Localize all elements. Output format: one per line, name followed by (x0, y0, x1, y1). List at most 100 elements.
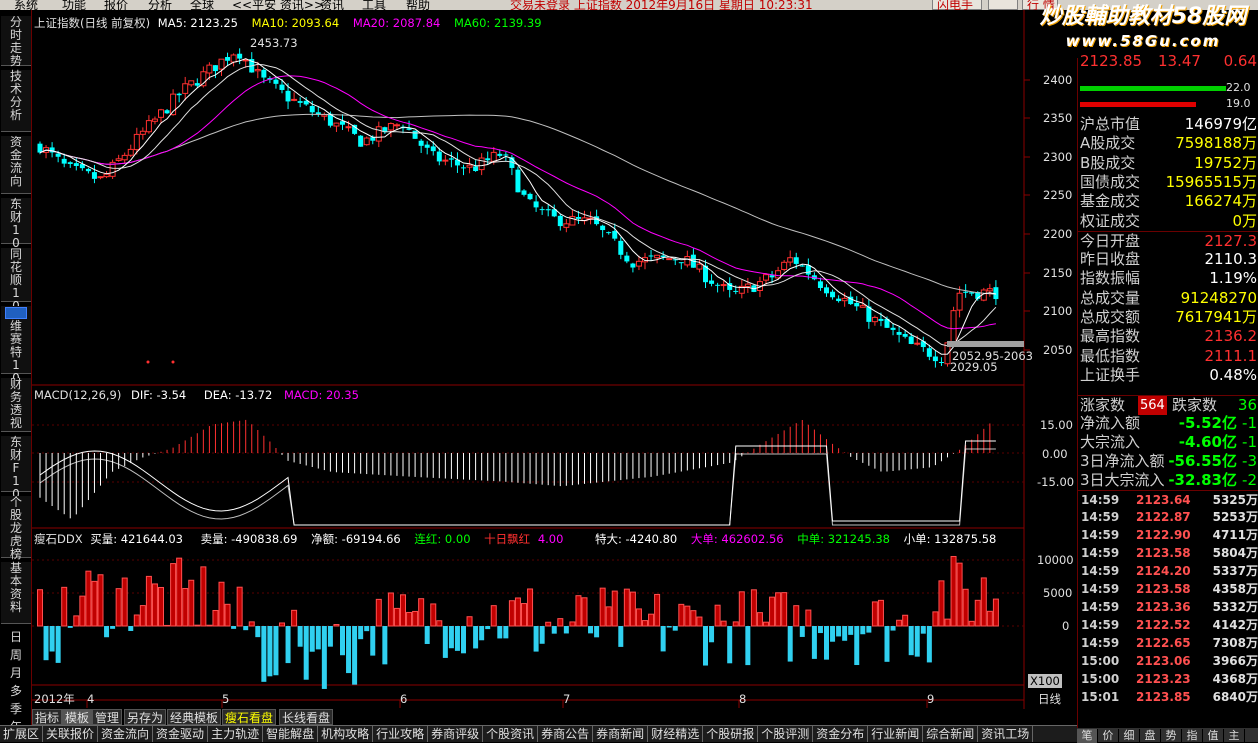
ddx-bar-down (503, 626, 509, 639)
btab-manage[interactable]: 管理 (92, 709, 123, 725)
window-control[interactable] (988, 0, 1018, 10)
menu-tools[interactable]: 工具 (362, 0, 386, 10)
x-label-year: 2012年 (34, 692, 75, 706)
rtab-1[interactable]: 价 (1098, 729, 1119, 743)
wst-icon (5, 307, 27, 319)
ddx-bar-up (158, 586, 164, 627)
tick-time: 14:59 (1081, 636, 1120, 650)
rtab-4[interactable]: 势 (1161, 729, 1182, 743)
candle-body (654, 254, 661, 259)
btab-template[interactable]: 模板 (62, 709, 93, 725)
nav-item[interactable]: 综合新闻 (923, 726, 979, 742)
nav-item[interactable]: 券商公告 (538, 726, 594, 742)
menu-pingan-news[interactable]: <<平安 资讯>> (232, 0, 324, 10)
candle-body (430, 146, 436, 152)
nav-item[interactable]: 资金流向 (98, 726, 154, 742)
rtab-5[interactable]: 指 (1182, 729, 1203, 743)
tab-timeshare[interactable]: 分时走势 (1, 16, 31, 68)
nav-item[interactable]: 个股资讯 (483, 726, 539, 742)
ddx-header-2: 特大: -4240.80 大单: 462602.56 中单: 321245.38… (595, 532, 996, 546)
nav-item[interactable]: 券商评级 (428, 726, 484, 742)
candle-body (85, 168, 91, 172)
nav-item[interactable]: 行业攻略 (373, 726, 429, 742)
ddx-bar-down (594, 626, 600, 638)
ddx-bar-down (267, 626, 273, 677)
nav-item[interactable]: 主力轨迹 (208, 726, 264, 742)
nav-item[interactable]: 券商新闻 (593, 726, 649, 742)
menu-global[interactable]: 全球 (190, 0, 214, 10)
candle-body (805, 265, 811, 275)
rtab-7[interactable]: 主 (1224, 729, 1245, 743)
rtab-6[interactable]: 值 (1203, 729, 1224, 743)
nav-item[interactable]: 关联报价 (43, 726, 99, 742)
btab-save-as[interactable]: 另存为 (124, 709, 167, 725)
tab-eastmoney-f10[interactable]: 东财F10 (1, 436, 31, 501)
ddx-bar-up (648, 613, 655, 627)
ddx-bar-up (79, 595, 86, 627)
right-info-panel: 2123.85 13.47 0.64 22.0 19.0 沪总市值 146979亿… (1077, 52, 1258, 728)
candle-body (182, 83, 189, 94)
candle-body (285, 90, 291, 102)
candle-body (527, 193, 533, 200)
rtab-3[interactable]: 盘 (1140, 729, 1161, 743)
period-label-daily[interactable]: 日线 (1038, 692, 1061, 706)
btab-indicator[interactable]: 指标 (32, 709, 63, 725)
ddx-bar-down (382, 626, 388, 665)
menu-help[interactable]: 帮助 (406, 0, 430, 10)
nav-item[interactable]: 个股研报 (703, 726, 759, 742)
nav-item[interactable]: 资金驱动 (153, 726, 209, 742)
period-selector[interactable]: 日周月多季年 (1, 628, 31, 736)
nav-item[interactable]: 智能解盘 (263, 726, 319, 742)
y-tick-2250: 2250 (1043, 188, 1073, 202)
ddx-bar-up (720, 620, 727, 627)
tab-technical[interactable]: 技术分析 (1, 70, 31, 132)
nav-item[interactable]: 个股评测 (758, 726, 814, 742)
nav-item[interactable]: 扩展区 (0, 726, 44, 742)
tab-finance[interactable]: 财务透视 (1, 378, 31, 432)
tab-basic-info[interactable]: 基本资料 (1, 562, 31, 624)
btab-longterm[interactable]: 长线看盘 (279, 709, 334, 725)
flow-tail: -3 (1242, 452, 1257, 470)
ddx-bar-up (599, 587, 606, 627)
menu-news[interactable]: 资讯 (320, 0, 344, 10)
nav-item[interactable]: 资讯工场 (978, 726, 1034, 742)
ddx-bar-down (285, 626, 291, 664)
ddx-bar-up (393, 607, 400, 627)
tick-time: 14:59 (1081, 510, 1120, 524)
x-label-8: 8 (739, 692, 747, 706)
tab-fundflow[interactable]: 资金流向 (1, 136, 31, 194)
main-chart-title: 上证指数(日线 前复权) (34, 16, 151, 30)
candle-body (333, 122, 340, 127)
tab-weisaite10[interactable]: 维赛特10 (1, 306, 31, 385)
menu-quote[interactable]: 报价 (104, 0, 128, 10)
btab-classic[interactable]: 经典模板 (167, 709, 222, 725)
btab-shoushi[interactable]: 瘦石看盘 (222, 709, 277, 725)
ddx-bar-down (303, 626, 309, 680)
stat-row: 最低指数 2111.1 (1078, 347, 1258, 366)
tab-eastmoney10[interactable]: 东财10 (1, 198, 31, 250)
tick-row: 14:59 2122.90 4711万 (1078, 526, 1258, 544)
candle-body (73, 163, 79, 166)
ddx-bar-down (479, 626, 485, 641)
nav-item[interactable]: 资金分布 (813, 726, 869, 742)
menu-system[interactable]: 系统 (14, 0, 38, 10)
kline-svg[interactable] (32, 10, 1077, 720)
nav-item[interactable]: 机构攻略 (318, 726, 374, 742)
stat-label: 总成交额 (1080, 308, 1141, 326)
ddx-bar-up (248, 621, 255, 627)
stat-row: 上证换手 0.48% (1078, 366, 1258, 385)
menu-function[interactable]: 功能 (62, 0, 86, 10)
flash-trade-button[interactable]: 闪电手 (932, 0, 982, 10)
tick-row: 14:59 2122.65 7308万 (1078, 634, 1258, 652)
nav-item[interactable]: 财经精选 (648, 726, 704, 742)
tab-dragon-tiger[interactable]: 个股龙虎榜 (1, 496, 31, 561)
rtab-0[interactable]: 笔 (1077, 729, 1098, 743)
candle-body (127, 148, 134, 156)
chart-area[interactable]: 上证指数(日线 前复权) MA5: 2123.25 MA10: 2093.64 … (32, 10, 1077, 720)
tab-tonghuashun10[interactable]: 同花顺10 (1, 248, 31, 313)
tick-price: 2123.58 (1136, 546, 1191, 560)
menu-analysis[interactable]: 分析 (148, 0, 172, 10)
nav-item[interactable]: 行业新闻 (868, 726, 924, 742)
rtab-2[interactable]: 细 (1119, 729, 1140, 743)
ddx-bar-down (884, 626, 890, 662)
